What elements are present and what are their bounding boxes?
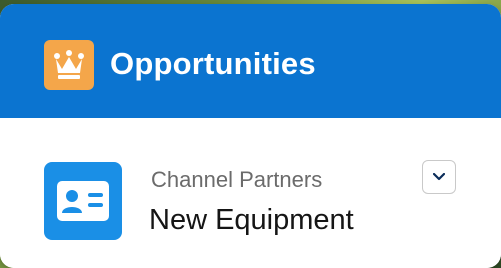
opportunity-card: Opportunities Channel Partners New Equip…: [0, 4, 501, 268]
record-actions-dropdown-button[interactable]: [422, 160, 456, 194]
chevron-down-icon: [433, 173, 445, 181]
contact-card-icon: [44, 162, 122, 240]
record-subtitle: Channel Partners: [151, 167, 323, 192]
record-title[interactable]: New Equipment: [149, 204, 354, 237]
header-title: Opportunities: [110, 46, 316, 81]
card-header: Opportunities: [0, 4, 501, 118]
crown-icon-graphic: [54, 50, 84, 79]
card-body: Channel Partners New Equipment: [0, 118, 501, 268]
crown-icon: [44, 40, 94, 90]
contact-card-graphic: [57, 181, 109, 221]
